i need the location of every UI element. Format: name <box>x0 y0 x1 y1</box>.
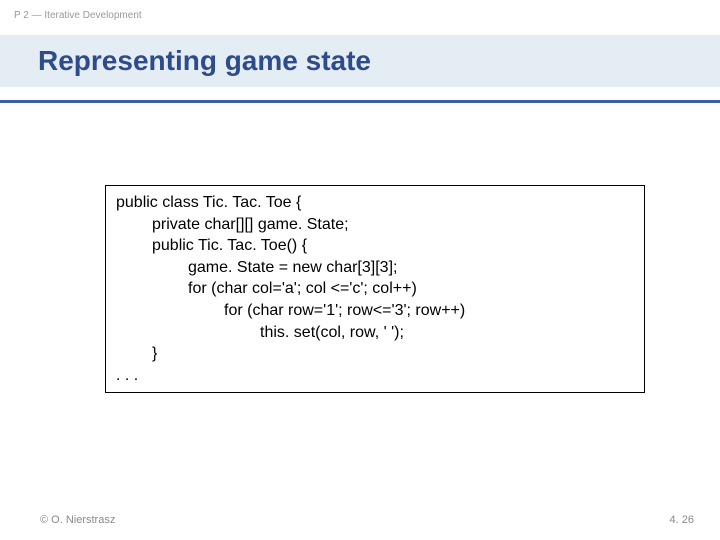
copyright: © O. Nierstrasz <box>40 514 115 526</box>
code-line: game. State = new char[3][3]; <box>116 257 634 279</box>
page-title: Representing game state <box>38 45 371 77</box>
code-box: public class Tic. Tac. Toe { private cha… <box>105 185 645 393</box>
page-number: 4. 26 <box>670 514 694 526</box>
course-label: P 2 — Iterative Development <box>14 10 142 21</box>
code-line: this. set(col, row, ' '); <box>116 322 634 344</box>
code-line: public Tic. Tac. Toe() { <box>116 235 634 257</box>
slide: P 2 — Iterative Development Representing… <box>0 0 720 540</box>
code-line: } <box>116 343 634 365</box>
code-line: for (char col='a'; col <='c'; col++) <box>116 278 634 300</box>
code-line: private char[][] game. State; <box>116 214 634 236</box>
title-rule <box>0 100 720 103</box>
code-line: . . . <box>116 365 634 387</box>
title-bar: Representing game state <box>0 35 720 87</box>
code-line: public class Tic. Tac. Toe { <box>116 192 634 214</box>
code-line: for (char row='1'; row<='3'; row++) <box>116 300 634 322</box>
